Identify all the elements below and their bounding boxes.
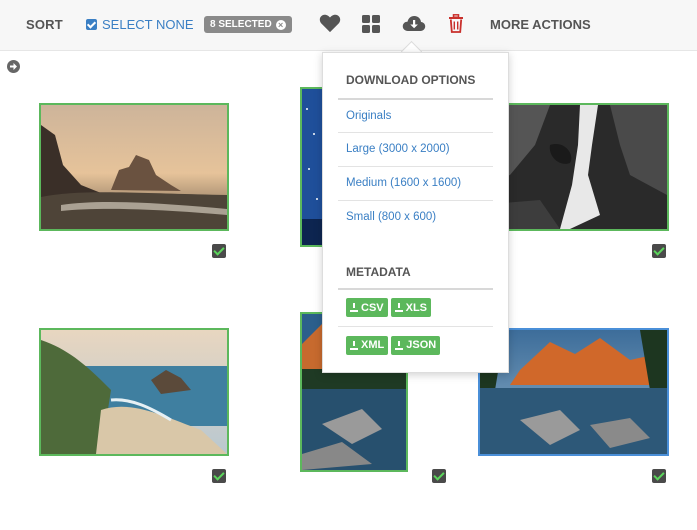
json-label: JSON xyxy=(406,339,437,351)
select-none-label: SELECT NONE xyxy=(102,17,194,32)
download-csv-button[interactable]: CSV xyxy=(346,298,388,317)
download-originals-option[interactable]: Originals xyxy=(338,98,493,131)
cloud-download-icon[interactable] xyxy=(402,14,426,37)
download-icon xyxy=(350,303,358,312)
download-icon xyxy=(350,340,358,350)
download-small-option[interactable]: Small (800 x 600) xyxy=(338,200,493,233)
sort-button[interactable]: SORT xyxy=(26,17,63,32)
heart-icon[interactable] xyxy=(319,13,341,38)
starry-night-photo xyxy=(302,89,322,245)
download-icon xyxy=(395,340,404,350)
select-none-button[interactable]: SELECT NONE xyxy=(86,17,194,32)
selected-count-label: 8 SELECTED xyxy=(210,19,272,30)
toolbar: SORT SELECT NONE 8 SELECTED × MORE ACTIO… xyxy=(0,0,697,51)
metadata-heading: METADATA xyxy=(346,265,411,279)
sea-stack-photo xyxy=(41,105,227,229)
xls-label: XLS xyxy=(405,301,428,314)
more-actions-button[interactable]: MORE ACTIONS xyxy=(490,17,591,32)
metadata-row: XML JSON xyxy=(338,326,493,363)
selected-checkbox[interactable] xyxy=(212,244,226,258)
photo-thumbnail[interactable] xyxy=(39,103,229,231)
download-large-option[interactable]: Large (3000 x 2000) xyxy=(338,132,493,165)
xml-label: XML xyxy=(361,339,385,351)
download-xls-button[interactable]: XLS xyxy=(390,298,432,317)
download-icon xyxy=(394,303,403,312)
selected-checkbox[interactable] xyxy=(652,469,666,483)
metadata-row: CSV XLS xyxy=(338,288,493,325)
photo-thumbnail[interactable] xyxy=(39,328,229,456)
clear-selection-icon[interactable]: × xyxy=(275,19,286,30)
csv-label: CSV xyxy=(361,301,384,314)
trash-icon[interactable] xyxy=(448,14,464,38)
selected-checkbox[interactable] xyxy=(432,469,446,483)
photo-thumbnail[interactable] xyxy=(300,87,324,247)
download-medium-option[interactable]: Medium (1600 x 1600) xyxy=(338,166,493,199)
selected-checkbox[interactable] xyxy=(652,244,666,258)
download-json-button[interactable]: JSON xyxy=(391,335,441,355)
selected-checkbox[interactable] xyxy=(212,469,226,483)
selected-count-badge[interactable]: 8 SELECTED × xyxy=(204,16,292,33)
checkbox-icon xyxy=(86,19,97,30)
download-options-heading: DOWNLOAD OPTIONS xyxy=(346,73,476,87)
coastal-cove-photo xyxy=(41,330,227,454)
grid-icon[interactable] xyxy=(362,15,380,38)
expand-arrow-icon[interactable] xyxy=(7,60,20,78)
download-options-dropdown: DOWNLOAD OPTIONS Originals Large (3000 x… xyxy=(322,52,509,373)
download-xml-button[interactable]: XML xyxy=(346,335,389,355)
